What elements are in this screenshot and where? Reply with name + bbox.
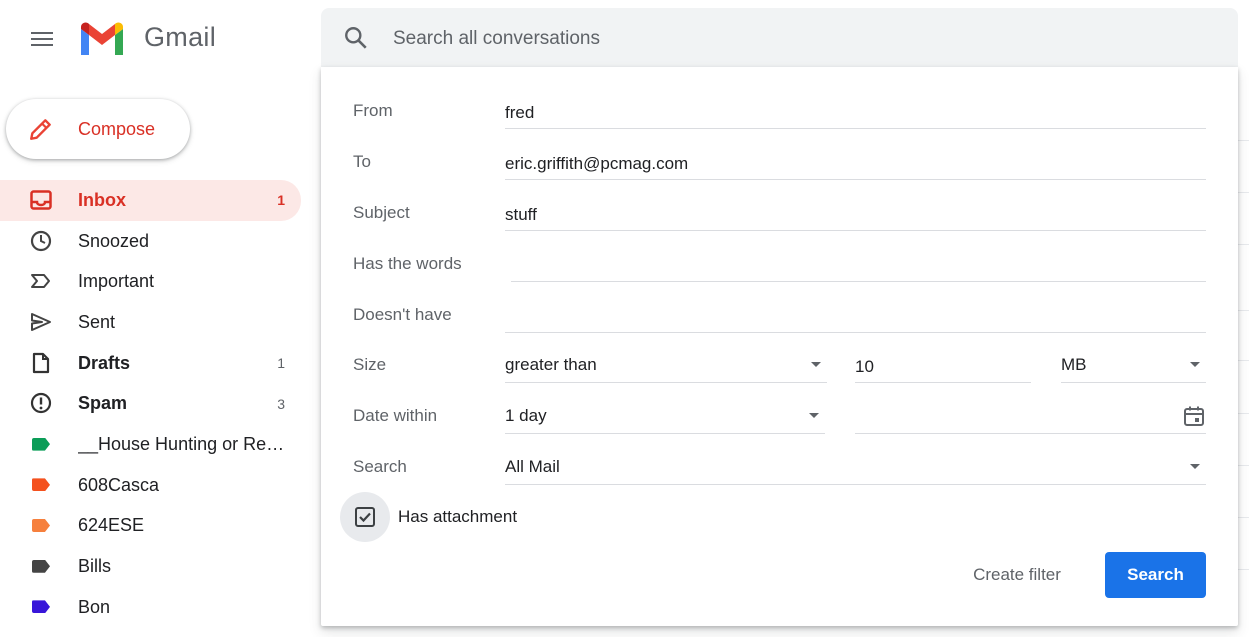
label-tag-icon [29,555,53,577]
to-label: To [353,152,371,171]
sidebar-item-label: Snoozed [78,230,150,251]
size-comparator-select[interactable]: greater than [505,347,827,383]
sidebar-item-label: 624ESE [78,515,145,536]
sidebar-item-label: Drafts [78,352,131,373]
search-bar[interactable] [321,8,1238,68]
has-words-row: Has the words [321,246,1238,286]
spam-count: 3 [277,395,285,412]
from-row: From [321,93,1238,133]
search-in-value: All Mail [505,457,560,476]
sidebar-item-spam[interactable]: Spam 3 [0,383,301,424]
spam-icon [29,392,53,414]
search-icon[interactable] [343,25,369,51]
sidebar-item-label-608casca[interactable]: 608Casca [0,465,301,506]
doesnt-have-field-wrap [505,297,1206,333]
subject-label: Subject [353,203,410,222]
sidebar-item-inbox[interactable]: Inbox 1 [0,180,301,221]
inbox-icon [29,189,53,211]
search-button[interactable]: Search [1105,552,1206,598]
sidebar-item-label-bills[interactable]: Bills [0,546,301,587]
label-tag-icon [29,596,53,618]
date-within-select[interactable]: 1 day [505,398,825,434]
date-within-value: 1 day [505,406,547,425]
sidebar-item-label: Inbox [78,189,126,210]
subject-row: Subject [321,195,1238,235]
sidebar-item-label: Bills [78,556,112,577]
date-field[interactable] [855,398,1206,432]
subject-field-wrap [505,195,1206,231]
send-icon [29,311,53,333]
label-tag-icon [29,433,53,455]
clock-icon [29,230,53,252]
pencil-icon [30,119,51,140]
calendar-icon[interactable] [1182,404,1206,428]
sidebar-item-important[interactable]: Important [0,261,301,302]
sidebar-item-label: Spam [78,393,128,414]
has-words-field[interactable] [511,246,1206,280]
chevron-down-icon [809,413,819,418]
to-field-wrap [505,144,1206,180]
sidebar-item-label: Bon [78,596,111,617]
main-menu-button[interactable] [22,22,62,56]
subject-field[interactable] [505,195,1206,229]
draft-file-icon [29,352,53,374]
size-amount-wrap [855,347,1031,383]
compose-label: Compose [78,119,156,139]
sidebar-item-label: __House Hunting or ReF… [78,433,288,454]
from-label: From [353,101,393,120]
advanced-search-panel: From To Subject Has the words Doesn't ha [321,67,1238,626]
from-field[interactable] [505,93,1206,127]
sidebar-item-label: Sent [78,311,116,332]
menu-icon [31,32,53,34]
has-attachment-checkbox[interactable] [340,492,390,542]
date-field-wrap [855,398,1206,434]
sidebar-item-snoozed[interactable]: Snoozed [0,221,301,262]
size-comparator-value: greater than [505,355,597,374]
create-filter-button[interactable]: Create filter [957,552,1077,598]
brand-name: Gmail [144,22,217,52]
sidebar-nav: Inbox 1 Snoozed Important Sent Drafts 1 … [0,180,301,628]
has-words-label: Has the words [353,254,462,273]
sidebar-item-label: 608Casca [78,474,160,495]
chevron-down-icon [811,362,821,367]
sidebar-item-drafts[interactable]: Drafts 1 [0,343,301,384]
size-row: Size greater than MB [321,347,1238,387]
important-icon [29,270,53,292]
size-unit-value: MB [1061,355,1087,374]
chevron-down-icon [1190,362,1200,367]
sidebar-item-sent[interactable]: Sent [0,302,301,343]
gmail-logo [81,22,123,55]
has-attachment-label: Has attachment [398,507,518,526]
sidebar-item-label-bon[interactable]: Bon [0,587,301,628]
doesnt-have-row: Doesn't have [321,297,1238,337]
size-label: Size [353,355,387,374]
search-in-label: Search [353,457,407,476]
search-in-select[interactable]: All Mail [505,449,1206,485]
mail-list-background [1238,68,1249,637]
gmail-app: Gmail Compose Inbox 1 Snoozed [0,0,1249,637]
label-tag-icon [29,515,53,537]
search-input[interactable] [393,22,1173,56]
date-within-row: Date within 1 day [321,398,1238,438]
sidebar-item-label-house-hunting[interactable]: __House Hunting or ReF… [0,424,301,465]
draft-count: 1 [277,355,285,372]
size-unit-select[interactable]: MB [1061,347,1206,383]
doesnt-have-field[interactable] [505,297,1206,331]
compose-button[interactable]: Compose [6,99,190,159]
from-field-wrap [505,93,1206,129]
size-amount-field[interactable] [855,347,1031,381]
has-words-field-wrap [511,246,1206,282]
sidebar-item-label-624ese[interactable]: 624ESE [0,506,301,547]
to-field[interactable] [505,144,1206,178]
to-row: To [321,144,1238,184]
sidebar-item-label: Important [78,271,155,292]
unread-count: 1 [277,192,285,209]
chevron-down-icon [1190,464,1200,469]
search-in-row: Search All Mail [321,449,1238,489]
date-within-label: Date within [353,406,438,425]
label-tag-icon [29,474,53,496]
checkbox-checked-icon [355,507,375,527]
doesnt-have-label: Doesn't have [353,305,452,324]
